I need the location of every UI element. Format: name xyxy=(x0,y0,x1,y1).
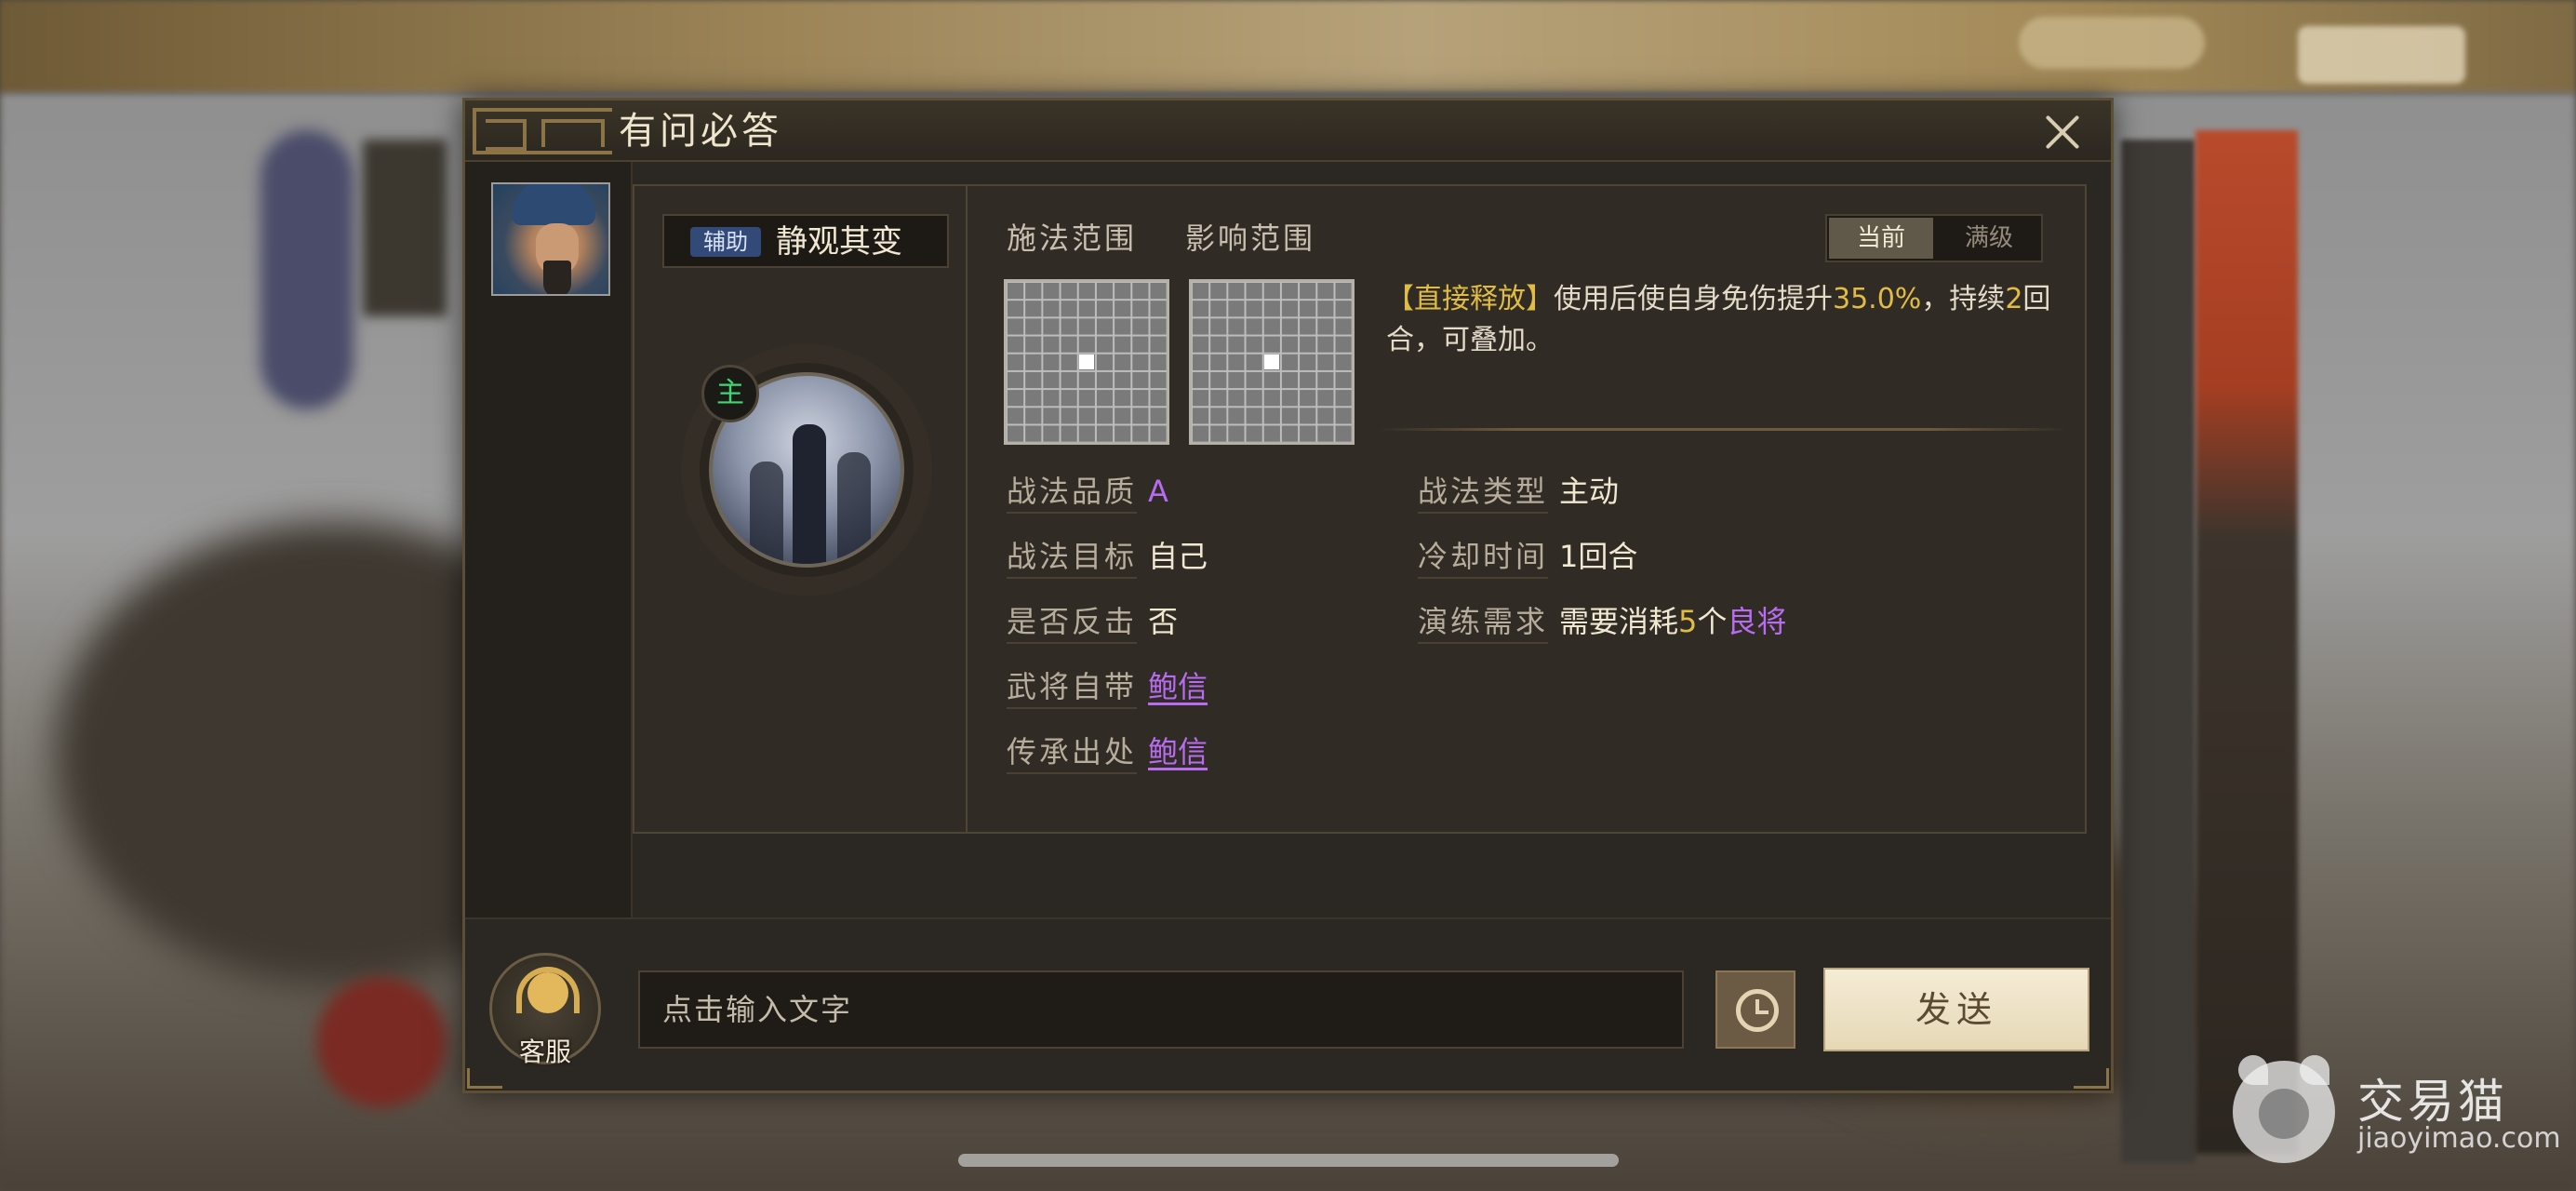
figure-silhouette xyxy=(793,424,826,564)
dialog-title: 有问必答 xyxy=(619,110,782,153)
stat-training: 演练需求 需要消耗5个良将 xyxy=(1418,601,1786,644)
effect-range-grid xyxy=(1189,279,1355,445)
customer-service-button[interactable]: 客服 xyxy=(489,953,601,1067)
ornament-icon xyxy=(473,108,612,154)
chat-input[interactable]: 点击输入文字 xyxy=(638,970,1684,1049)
background-icon xyxy=(316,977,447,1107)
grid-center-cell xyxy=(1264,355,1279,369)
background-button xyxy=(2298,26,2465,84)
customer-service-label: 客服 xyxy=(518,1037,571,1067)
close-icon[interactable] xyxy=(2042,110,2083,151)
avatar-beard xyxy=(543,261,571,294)
stat-value: 否 xyxy=(1148,604,1179,639)
effect-range-label: 影响范围 xyxy=(1185,221,1316,256)
general-link[interactable]: 鲍信 xyxy=(1148,731,1208,772)
stat-value: A xyxy=(1148,474,1168,509)
description-text: 使用后使自身免伤提升 xyxy=(1554,283,1833,315)
description-divider xyxy=(1379,428,2067,431)
skill-summary: 辅助 静观其变 主 xyxy=(634,186,968,832)
home-indicator[interactable] xyxy=(958,1154,1619,1167)
stat-label: 演练需求 xyxy=(1418,601,1549,644)
background-banner xyxy=(260,130,354,409)
train-item: 良将 xyxy=(1727,604,1787,639)
background-side-panel xyxy=(2121,140,2196,1163)
stat-label: 武将自带 xyxy=(1007,666,1138,709)
description-text: ，持续 xyxy=(1921,283,2006,315)
train-prefix: 需要消耗 xyxy=(1559,604,1679,639)
stat-counter: 是否反击否 xyxy=(1007,601,1179,644)
background-top-bar xyxy=(0,0,2576,93)
watermark-logo-inner xyxy=(2259,1089,2309,1139)
stat-label: 战法目标 xyxy=(1007,536,1138,579)
train-unit: 个 xyxy=(1697,604,1728,639)
stat-label: 是否反击 xyxy=(1007,601,1138,644)
stat-cooldown: 冷却时间 1回合 xyxy=(1418,536,1638,579)
avatar-hat xyxy=(512,184,595,225)
stat-quality: 战法品质 A xyxy=(1007,471,1168,514)
cast-range-label: 施法范围 xyxy=(1007,221,1138,256)
background-side-tab xyxy=(2196,130,2298,1154)
stat-innate-general: 武将自带 鲍信 xyxy=(1007,666,1208,709)
grid-center-cell xyxy=(1079,355,1094,369)
send-button[interactable]: 发送 xyxy=(1823,968,2089,1051)
skill-name: 静观其变 xyxy=(776,223,902,261)
description-percent: 35.0% xyxy=(1833,283,1922,315)
general-link[interactable]: 鲍信 xyxy=(1148,666,1208,707)
description-keyword: 【直接释放】 xyxy=(1386,283,1554,315)
avatar[interactable] xyxy=(491,182,610,296)
dialog-header: 有问必答 xyxy=(465,100,2111,162)
stat-label: 战法品质 xyxy=(1007,471,1138,514)
watermark-url: jiaoyimao.com xyxy=(2357,1122,2561,1155)
avatar-column xyxy=(465,162,633,1010)
corner-ornament xyxy=(467,1068,502,1089)
description-rounds: 2 xyxy=(2005,283,2023,315)
tab-current-level[interactable]: 当前 xyxy=(1829,218,1933,259)
stat-value: 自己 xyxy=(1148,539,1208,574)
skill-description: 【直接释放】使用后使自身免伤提升35.0%，持续2回合，可叠加。 xyxy=(1386,279,2056,361)
figure-silhouette xyxy=(750,462,783,564)
headset-icon-body xyxy=(527,972,568,1013)
stat-target: 战法目标 自己 xyxy=(1007,536,1208,579)
train-count: 5 xyxy=(1678,604,1698,639)
stat-type: 战法类型 主动 xyxy=(1418,471,1620,514)
cast-range-grid xyxy=(1004,279,1169,445)
skill-detail: 施法范围 影响范围 当前 满级 【直接释放】使用后使自身免伤提升35.0%，持续… xyxy=(969,186,2087,832)
watermark: 交易猫 jiaoyimao.com xyxy=(2233,1055,2561,1163)
tab-max-level[interactable]: 满级 xyxy=(1937,218,2041,259)
skill-icon-frame: 主 xyxy=(700,363,914,577)
main-skill-badge: 主 xyxy=(701,365,759,422)
chat-bar: 客服 点击输入文字 发送 xyxy=(465,917,2111,1091)
stat-value: 需要消耗5个良将 xyxy=(1559,601,1786,642)
skill-tag-badge: 辅助 xyxy=(690,227,761,257)
background-banner xyxy=(363,140,447,316)
stat-value: 1回合 xyxy=(1559,539,1638,574)
stat-inherit-source: 传承出处 鲍信 xyxy=(1007,731,1208,774)
background-currency-pill xyxy=(2019,17,2205,69)
figure-silhouette xyxy=(837,452,871,564)
skill-name-box: 辅助 静观其变 xyxy=(662,214,949,268)
stat-label: 战法类型 xyxy=(1418,471,1549,514)
stat-label: 传承出处 xyxy=(1007,731,1138,774)
corner-ornament xyxy=(2074,1068,2109,1089)
clock-icon xyxy=(1736,989,1779,1032)
history-button[interactable] xyxy=(1715,970,1795,1049)
stat-label: 冷却时间 xyxy=(1418,536,1549,579)
skill-info-panel: 辅助 静观其变 主 施法范围 影响范围 当前 满级 【直接释放】使用后使自身免伤… xyxy=(633,184,2087,834)
stat-value: 主动 xyxy=(1559,474,1620,509)
level-toggle: 当前 满级 xyxy=(1825,214,2043,262)
qa-dialog: 有问必答 辅助 静观其变 主 施法范围 影响范围 当前 满级 【直接释放】使用后… xyxy=(462,98,2114,1093)
watermark-logo-icon xyxy=(2233,1055,2335,1163)
